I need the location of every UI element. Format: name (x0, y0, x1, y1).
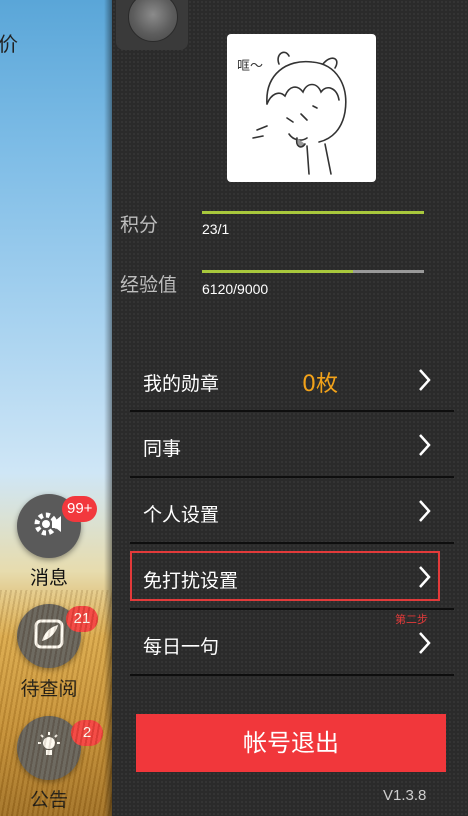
chevron-right-icon (419, 500, 431, 522)
colleagues-item[interactable]: 同事 (130, 414, 454, 478)
chevron-right-icon (419, 434, 431, 456)
experience-value: 6120/9000 (202, 281, 269, 297)
experience-progress-bar (202, 270, 424, 273)
daily-quote-label: 每日一句 (143, 636, 220, 658)
messages-badge: 99+ (62, 496, 98, 522)
highlight-box (130, 551, 440, 601)
gear-speaker-icon (32, 507, 66, 546)
medal-count: 0枚 (302, 372, 338, 397)
divider (130, 410, 454, 412)
divider (130, 542, 454, 544)
pending-review-label: 待查阅 (20, 678, 78, 700)
cartoon-avatar-icon: 哐～ (237, 51, 347, 175)
messages-label: 消息 (29, 567, 68, 589)
chevron-right-icon (419, 369, 431, 391)
points-label: 积分 (120, 214, 159, 236)
points-value: 23/1 (202, 221, 230, 237)
logout-button[interactable]: 帐号退出 (136, 714, 446, 772)
avatar-caption: 哐～ (237, 59, 263, 74)
announcement-button[interactable] (17, 716, 81, 780)
partial-title-text: 价 (0, 32, 18, 56)
assistive-touch-button[interactable] (116, 0, 188, 50)
version-label: V1.3.8 (383, 787, 427, 804)
my-medals-item[interactable]: 我的勋章 (130, 349, 454, 413)
daily-quote-item[interactable]: 每日一句 (130, 612, 454, 676)
feather-pen-icon (34, 619, 64, 654)
colleagues-label: 同事 (143, 438, 182, 460)
personal-settings-item[interactable]: 个人设置 (130, 480, 454, 544)
lightbulb-icon (34, 731, 64, 766)
announcement-badge: 2 (71, 720, 103, 746)
my-medals-label: 我的勋章 (143, 373, 220, 395)
experience-label: 经验值 (120, 274, 178, 296)
announcement-label: 公告 (29, 789, 68, 811)
chevron-right-icon (419, 632, 431, 654)
points-progress-fill (202, 211, 424, 214)
pending-review-badge: 21 (66, 606, 98, 632)
pending-review-button[interactable] (17, 604, 81, 668)
divider (130, 674, 454, 676)
points-progress-bar (202, 211, 424, 214)
circle-icon (128, 0, 178, 42)
background-panel: 价 99+ 消息 21 待查阅 2 公告 (0, 0, 112, 816)
avatar[interactable]: 哐～ (227, 34, 376, 182)
personal-settings-label: 个人设置 (143, 504, 220, 526)
divider (130, 608, 454, 610)
experience-progress-fill (202, 270, 353, 273)
divider (130, 476, 454, 478)
